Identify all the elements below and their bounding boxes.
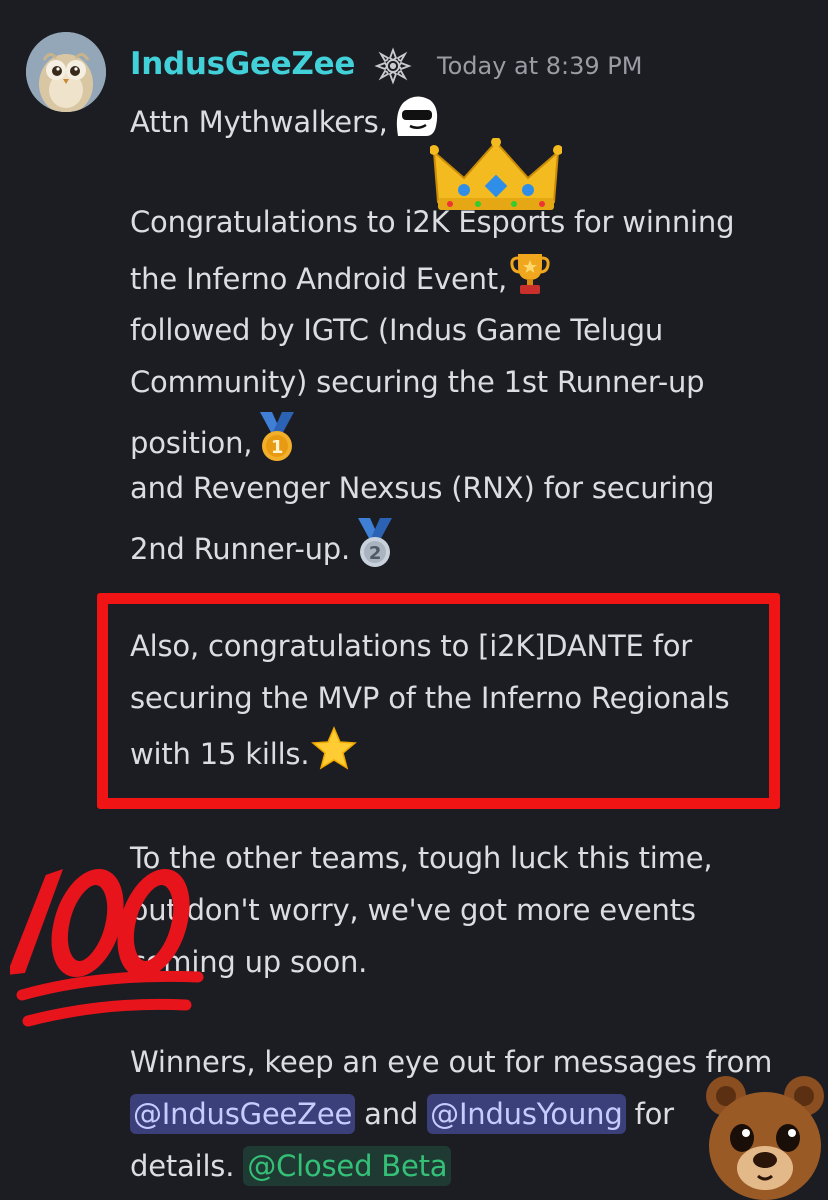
message-text: securing the MVP of the Inferno Regional… [130, 681, 730, 715]
svg-text:1: 1 [271, 437, 283, 458]
message-text: Attn Mythwalkers, [130, 105, 388, 139]
message-timestamp[interactable]: Today at 8:39 PM [437, 46, 643, 86]
message-text: Also, congratulations to [i2K]DANTE for [130, 629, 692, 663]
author-avatar[interactable] [26, 32, 106, 112]
role-mention-closed-beta[interactable]: @Closed Beta [243, 1146, 452, 1186]
message-line: To the other teams, tough luck this time… [130, 832, 713, 884]
message-line: @IndusGeeZee and @IndusYoung for [130, 1088, 674, 1140]
user-mention-indusyoung[interactable]: @IndusYoung [427, 1094, 626, 1134]
message-text: Community) securing the 1st Runner-up [130, 365, 705, 399]
message-line: but don't worry, we've got more events [130, 884, 696, 936]
message-text: Congratulations to i2K Esports for winni… [130, 205, 735, 239]
message-text: position, [130, 426, 253, 460]
message-line: securing the MVP of the Inferno Regional… [130, 672, 770, 724]
message-line: the Inferno Android Event, [130, 250, 551, 312]
message-text: with 15 kills. [130, 737, 310, 771]
message-line: Community) securing the 1st Runner-up [130, 356, 705, 408]
mandala-badge-icon[interactable] [373, 46, 413, 86]
message-text: To the other teams, tough luck this time… [130, 841, 713, 875]
message-text: followed by IGTC (Indus Game Telugu [130, 313, 664, 347]
message-text: and [355, 1097, 428, 1131]
star-icon [311, 726, 358, 786]
author-username[interactable]: IndusGeeZee [130, 42, 355, 86]
message-line: Congratulations to i2K Esports for winni… [130, 196, 734, 248]
message-line: Winners, keep an eye out for messages fr… [130, 1036, 772, 1088]
message-line: details. @Closed Beta [130, 1140, 452, 1192]
message-text: for [625, 1097, 674, 1131]
message-text: details. [130, 1149, 244, 1183]
trophy-icon [509, 250, 551, 312]
hundred-points-icon [10, 869, 204, 1027]
message-line: Attn Mythwalkers, [130, 92, 442, 156]
svg-text:2: 2 [369, 543, 381, 564]
second-place-medal-icon: 2 [352, 516, 398, 586]
message-text: the Inferno Android Event, [130, 262, 507, 296]
message-line: with 15 kills. [130, 726, 358, 786]
bear-face-icon [706, 1076, 824, 1200]
message-line: Also, congratulations to [i2K]DANTE for [130, 620, 692, 672]
chat-message: IndusGeeZee Today at 8:39 PM Attn Mythwa… [0, 0, 828, 1200]
message-line: and Revenger Nexsus (RNX) for securing [130, 462, 715, 514]
message-text: but don't worry, we've got more events [130, 893, 696, 927]
message-text: Winners, keep an eye out for messages fr… [130, 1045, 773, 1079]
message-text: 2nd Runner-up. [130, 532, 351, 566]
message-line: followed by IGTC (Indus Game Telugu [130, 304, 663, 356]
message-line: 2nd Runner-up. 2 [130, 516, 398, 586]
message-text: and Revenger Nexsus (RNX) for securing [130, 471, 715, 505]
owl-avatar-icon [26, 32, 106, 112]
user-mention-induseezee[interactable]: @IndusGeeZee [130, 1094, 356, 1134]
